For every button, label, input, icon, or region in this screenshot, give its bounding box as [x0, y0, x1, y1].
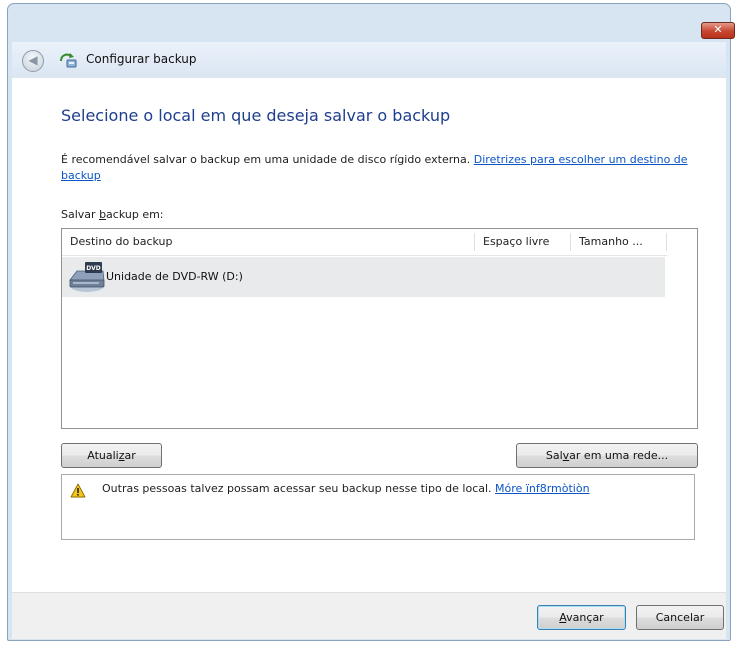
list-header: Destino do backup Espaço livre Tamanho .… — [62, 229, 667, 256]
backup-app-icon — [60, 53, 77, 68]
close-icon: ✕ — [713, 23, 723, 36]
column-separator — [666, 233, 667, 251]
network-label-a: Sal — [545, 449, 563, 462]
caption-accelerator: b — [99, 208, 107, 221]
warning-icon — [70, 483, 86, 498]
column-header-destination[interactable]: Destino do backup — [62, 229, 474, 255]
back-arrow-icon: ◀ — [28, 53, 38, 67]
intro-text: É recomendável salvar o backup em uma un… — [61, 153, 471, 166]
next-button[interactable]: Avançar — [537, 605, 626, 630]
window-title: Configurar backup — [86, 52, 197, 66]
more-information-link[interactable]: Móre ïnf8rmòtiòn — [495, 482, 590, 495]
warning-panel: Outras pessoas talvez possam acessar seu… — [61, 474, 695, 540]
column-header-free-space[interactable]: Espaço livre — [475, 229, 570, 255]
page-heading: Selecione o local em que deseja salvar o… — [61, 106, 451, 125]
back-button[interactable]: ◀ — [22, 50, 44, 72]
svg-text:DVD: DVD — [86, 265, 101, 272]
close-button[interactable]: ✕ — [701, 22, 735, 39]
cancel-button[interactable]: Cancelar — [636, 605, 724, 630]
refresh-label-a: Atuali — [87, 449, 119, 462]
next-label: vançar — [566, 611, 604, 624]
warning-text: Outras pessoas talvez possam acessar seu… — [102, 482, 492, 495]
warning-message: Outras pessoas talvez possam acessar seu… — [102, 482, 590, 495]
save-to-network-button[interactable]: Salvar em uma rede... — [516, 443, 698, 468]
caption-prefix: Salvar — [61, 208, 100, 221]
backup-destination-list[interactable]: Destino do backup Espaço livre Tamanho .… — [61, 228, 698, 429]
list-row-dvd-drive[interactable]: DVD Unidade de DVD-RW (D:) — [62, 257, 665, 297]
intro-paragraph: É recomendável salvar o backup em uma un… — [61, 152, 701, 184]
caption-suffix: ackup em: — [106, 208, 164, 221]
refresh-button[interactable]: Atualizar — [61, 443, 162, 468]
dvd-drive-icon: DVD — [69, 262, 105, 292]
network-label-b: ar em uma rede... — [569, 449, 669, 462]
list-caption: Salvar backup em: — [61, 208, 164, 221]
drive-name: Unidade de DVD-RW (D:) — [106, 270, 243, 283]
refresh-label-b: ar — [124, 449, 136, 462]
column-header-size[interactable]: Tamanho ... — [571, 229, 667, 255]
